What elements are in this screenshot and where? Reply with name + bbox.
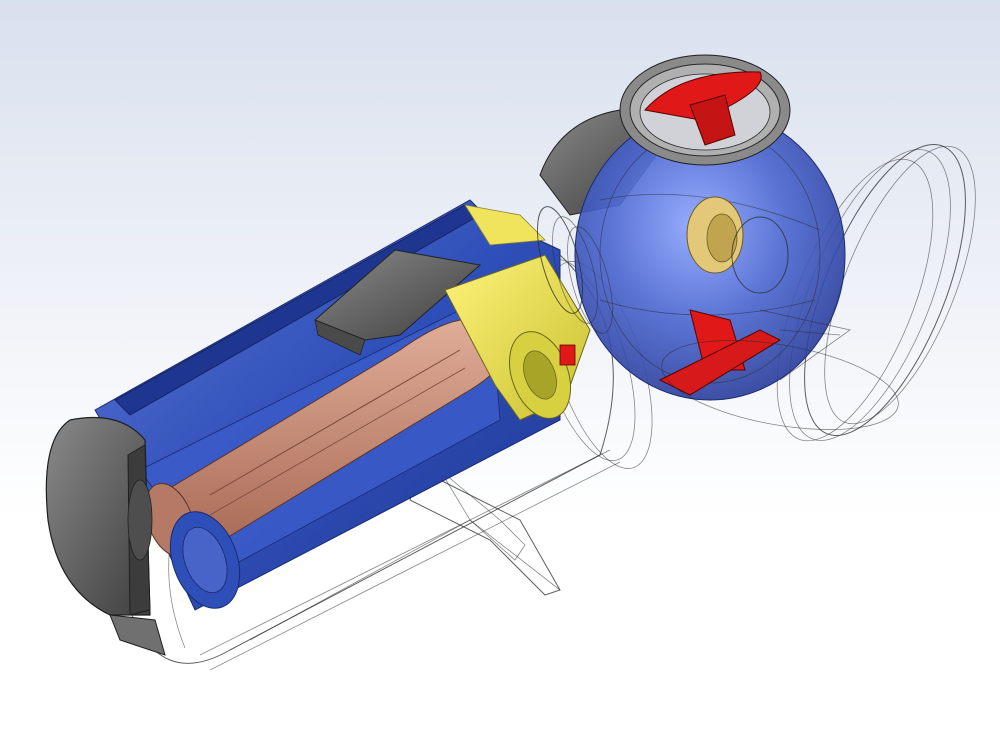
cad-viewport[interactable] <box>0 0 1000 738</box>
cad-model-render <box>45 54 976 671</box>
